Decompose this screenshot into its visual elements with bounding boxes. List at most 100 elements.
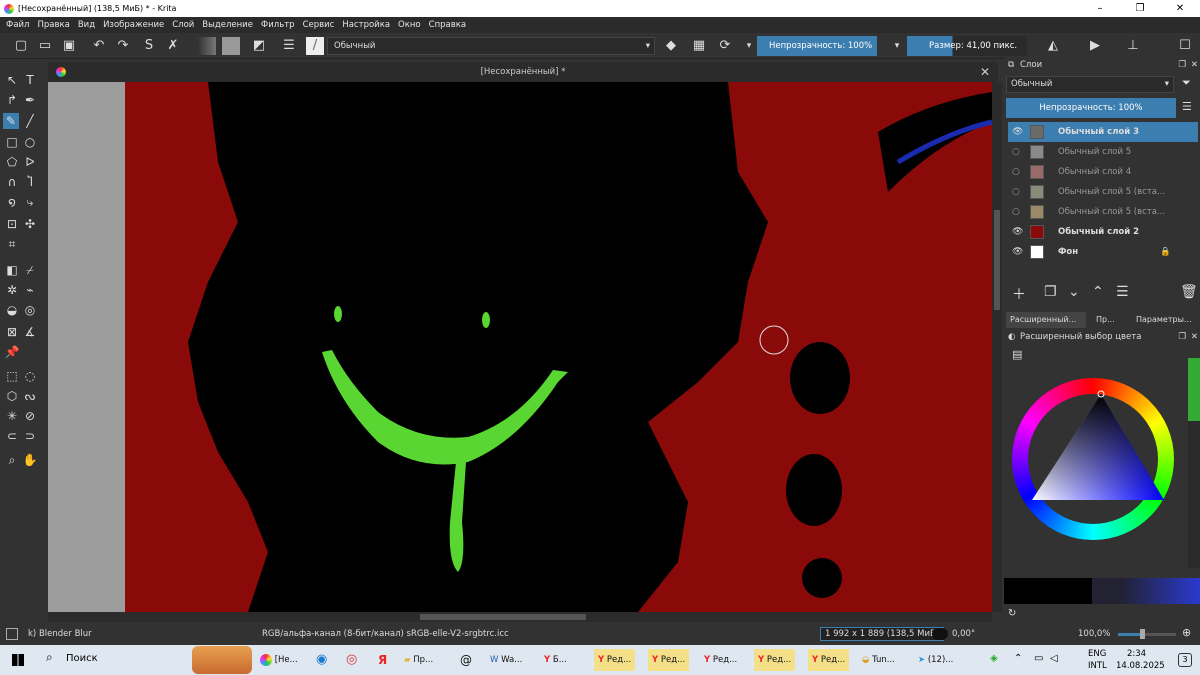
eye-hidden-icon[interactable]: ○ bbox=[1012, 202, 1020, 222]
brush-settings-icon[interactable]: ☰ bbox=[280, 37, 298, 55]
document-tab[interactable]: [Несохранённый] * ✕ bbox=[48, 62, 998, 82]
ellipse-select-icon[interactable]: ◌ bbox=[22, 368, 38, 384]
rectangle-tool-icon[interactable]: □ bbox=[4, 134, 20, 150]
save-incremental-icon[interactable]: S bbox=[140, 37, 158, 55]
layer-row[interactable]: ○ Обычный слой 5 (вста... bbox=[1008, 202, 1198, 222]
taskbar-browser-6[interactable]: Y Ред... bbox=[808, 649, 850, 671]
eye-icon[interactable]: 👁 bbox=[1012, 222, 1023, 242]
eye-icon[interactable]: 👁 bbox=[1012, 122, 1023, 142]
menu-image[interactable]: Изображение bbox=[103, 20, 164, 30]
similar-select-icon[interactable]: ⊘ bbox=[22, 408, 38, 424]
add-layer-icon[interactable]: ＋ bbox=[1012, 284, 1026, 304]
network-icon[interactable]: ▭ bbox=[1034, 653, 1043, 664]
polyline-tool-icon[interactable]: ᐅ bbox=[22, 154, 38, 170]
freehand-brush-icon[interactable]: ✎ bbox=[3, 113, 19, 129]
bezier-tool-icon[interactable]: ∩ bbox=[4, 174, 20, 190]
close-panel-icon[interactable]: ✕ bbox=[1191, 58, 1198, 72]
horizontal-scroll-thumb[interactable] bbox=[420, 614, 586, 620]
layer-blend-mode-select[interactable]: Обычный ▾ bbox=[1006, 76, 1174, 93]
layer-opacity-slider[interactable]: Непрозрачность: 100% bbox=[1006, 98, 1176, 118]
tab-advanced-color[interactable]: Расширенный... bbox=[1006, 312, 1086, 328]
text-tool-icon[interactable]: T bbox=[22, 72, 38, 88]
measure-tool-icon[interactable]: ∡ bbox=[22, 324, 38, 340]
tray-icon[interactable]: ◈ bbox=[990, 653, 998, 664]
taskbar-browser-2[interactable]: Y Ред... bbox=[594, 649, 636, 671]
float-panel-icon[interactable]: ❐ bbox=[1178, 330, 1186, 344]
smart-patch-icon[interactable]: ⌁ bbox=[22, 282, 38, 298]
calligraphy-icon[interactable]: ✒ bbox=[22, 92, 38, 108]
menu-file[interactable]: Файл bbox=[6, 20, 29, 30]
taskbar-telegram[interactable]: ➤ (12)... bbox=[918, 649, 953, 671]
enclose-fill-icon[interactable]: ◎ bbox=[22, 302, 38, 318]
zoom-tool-icon[interactable]: ⌕ bbox=[4, 452, 20, 468]
ellipse-tool-icon[interactable]: ○ bbox=[22, 134, 38, 150]
line-tool-icon[interactable]: ╱ bbox=[22, 113, 38, 129]
layer-row[interactable]: ○ Обычный слой 4 bbox=[1008, 162, 1198, 182]
mirror-vertical-icon[interactable]: ▶ bbox=[1086, 37, 1104, 55]
undo-icon[interactable]: ↶ bbox=[90, 37, 108, 55]
windows-start-icon[interactable] bbox=[12, 654, 24, 666]
search-icon[interactable]: ⌕ bbox=[46, 650, 53, 665]
maximize-button[interactable]: ❐ bbox=[1120, 0, 1160, 17]
color-triangle[interactable] bbox=[1012, 378, 1174, 540]
brush-preset-icon[interactable]: / bbox=[306, 37, 324, 55]
eye-hidden-icon[interactable]: ○ bbox=[1012, 182, 1020, 202]
taskbar-search[interactable]: Поиск bbox=[66, 653, 98, 664]
taskbar-browser-1[interactable]: Y Б... bbox=[544, 649, 567, 671]
zoom-slider[interactable] bbox=[1118, 629, 1176, 639]
edge-icon[interactable]: ◉ bbox=[316, 649, 327, 671]
transform-tool-icon[interactable]: ⊡ bbox=[4, 216, 20, 232]
polygon-select-icon[interactable]: ⬡ bbox=[4, 388, 20, 404]
fill-tool-icon[interactable]: ◒ bbox=[4, 302, 20, 318]
colorize-mask-icon[interactable]: ✲ bbox=[4, 282, 20, 298]
blend-mode-select[interactable]: Обычный ▾ bbox=[327, 37, 655, 55]
menu-icon[interactable]: ☰ bbox=[1182, 100, 1192, 113]
layer-row[interactable]: ○ Обычный слой 5 bbox=[1008, 142, 1198, 162]
menu-window[interactable]: Окно bbox=[398, 20, 421, 30]
menu-settings[interactable]: Настройка bbox=[342, 20, 390, 30]
reset-icon[interactable]: ↻ bbox=[1008, 608, 1016, 619]
taskbar-browser-4[interactable]: Y Ред... bbox=[704, 649, 737, 671]
save-icon[interactable]: ▣ bbox=[60, 37, 78, 55]
threads-icon[interactable]: @ bbox=[460, 649, 472, 671]
taskbar-explorer[interactable]: ▰ Пр... bbox=[404, 649, 433, 671]
move-up-icon[interactable]: ⌃ bbox=[1092, 284, 1104, 300]
freehand-path-icon[interactable]: Ⴈ bbox=[22, 174, 38, 190]
polygon-tool-icon[interactable]: ⬠ bbox=[4, 154, 20, 170]
notification-icon[interactable]: 3 bbox=[1178, 653, 1192, 667]
delete-layer-icon[interactable]: 🗑 bbox=[1180, 284, 1198, 300]
taskbar-krita[interactable]: [Не... bbox=[260, 649, 298, 671]
rect-select-icon[interactable]: ⬚ bbox=[4, 368, 20, 384]
edit-shapes-icon[interactable]: ↱ bbox=[4, 92, 20, 108]
eye-hidden-icon[interactable]: ○ bbox=[1012, 162, 1020, 182]
bezier-select-icon[interactable]: ⊂ bbox=[4, 428, 20, 444]
gradient-swatch-icon[interactable] bbox=[198, 37, 216, 55]
canvas[interactable] bbox=[48, 82, 992, 612]
menu-select[interactable]: Выделение bbox=[202, 20, 253, 30]
close-panel-icon[interactable]: ✕ bbox=[1191, 330, 1198, 344]
taskbar-browser-3[interactable]: Y Ред... bbox=[648, 649, 690, 671]
hue-strip[interactable] bbox=[1188, 358, 1200, 568]
layer-row[interactable]: 👁 Фон 🔒 bbox=[1008, 242, 1198, 262]
wrap-around-icon[interactable]: ⊥ bbox=[1124, 37, 1142, 55]
taskbar-browser-5[interactable]: Y Ред... bbox=[754, 649, 796, 671]
mirror-horizontal-icon[interactable]: ◭ bbox=[1044, 37, 1062, 55]
size-slider[interactable]: Размер: 41,00 пикс. bbox=[907, 36, 1027, 56]
gradient-tool-icon[interactable]: ◧ bbox=[4, 262, 20, 278]
taskbar-tunnel[interactable]: ◒ Tun... bbox=[862, 649, 895, 671]
minimize-button[interactable]: – bbox=[1080, 0, 1120, 17]
dynamic-brush-icon[interactable]: ໑ bbox=[4, 194, 20, 210]
magnetic-select-icon[interactable]: ⊃ bbox=[22, 428, 38, 444]
open-folder-icon[interactable]: ▭ bbox=[36, 37, 54, 55]
crop-tool-icon[interactable]: ⌗ bbox=[4, 236, 20, 252]
menu-view[interactable]: Вид bbox=[78, 20, 95, 30]
float-panel-icon[interactable]: ❐ bbox=[1178, 58, 1186, 72]
menu-filter[interactable]: Фильтр bbox=[261, 20, 295, 30]
zoom-in-icon[interactable]: ⊕ bbox=[1182, 626, 1191, 639]
pan-tool-icon[interactable]: ✋ bbox=[22, 452, 38, 468]
yandex-icon[interactable]: Я bbox=[378, 649, 387, 671]
eye-icon[interactable]: 👁 bbox=[1012, 242, 1023, 262]
fg-bg-color-icon[interactable]: ◩ bbox=[250, 37, 268, 55]
taskbar-word[interactable]: W Wa... bbox=[490, 649, 522, 671]
move-down-icon[interactable]: ⌄ bbox=[1068, 284, 1080, 300]
